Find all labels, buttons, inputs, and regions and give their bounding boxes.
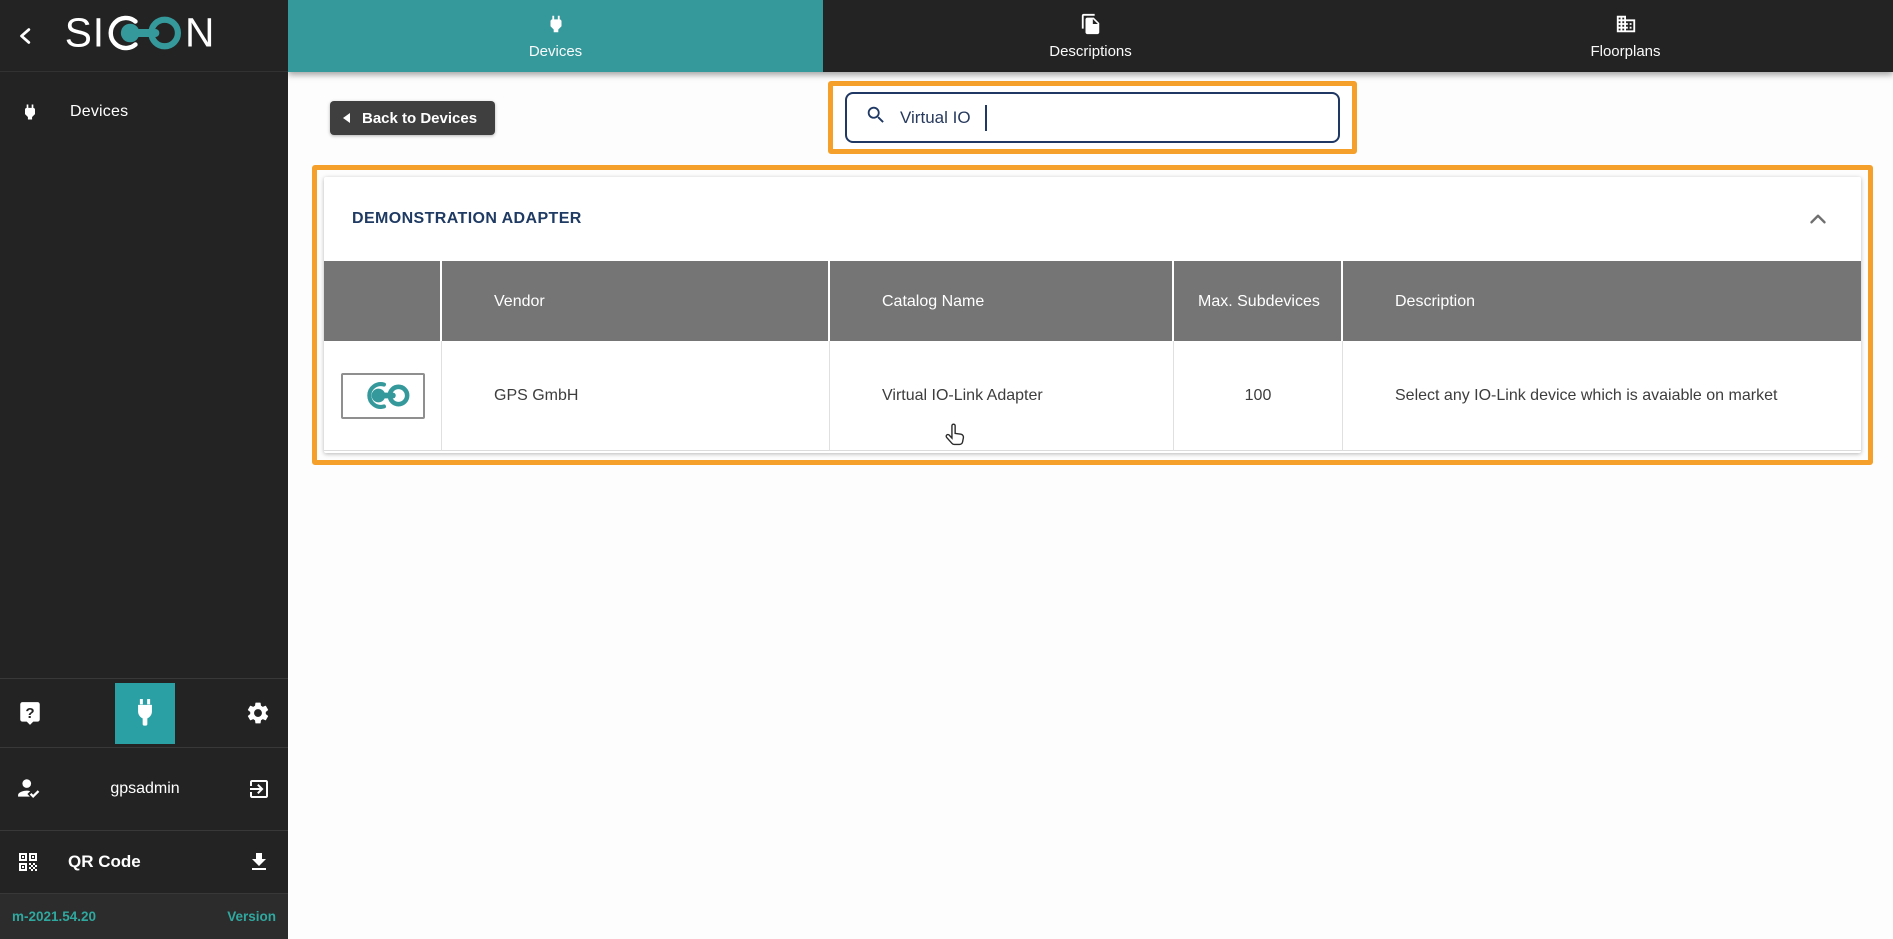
- version-bar: m-2021.54.20 Version: [0, 893, 288, 939]
- usb-icon: [138, 698, 152, 726]
- version-value: m-2021.54.20: [12, 909, 97, 924]
- sidebar-icon-row: ?: [0, 678, 288, 747]
- collapse-sidebar-icon[interactable]: [14, 23, 40, 49]
- sidebar-item-label: Devices: [70, 103, 129, 120]
- adapter-card: DEMONSTRATION ADAPTER Vendor Catalog Nam…: [324, 177, 1861, 453]
- table-row[interactable]: GPS GmbH Virtual IO-Link Adapter 100 Sel…: [324, 341, 1861, 451]
- logo-text-right: N: [185, 10, 214, 55]
- panel-title: DEMONSTRATION ADAPTER: [352, 210, 582, 227]
- plug-icon: [545, 13, 567, 40]
- svg-text:?: ?: [25, 705, 34, 722]
- user-row: gpsadmin: [0, 747, 288, 830]
- chevron-up-icon[interactable]: [1805, 208, 1831, 230]
- search-highlight-box: Virtual IO: [828, 81, 1357, 154]
- tab-label: Floorplans: [1590, 42, 1661, 60]
- search-value: Virtual IO: [900, 107, 971, 127]
- download-icon[interactable]: [246, 850, 272, 874]
- sidebar-item-devices[interactable]: Devices: [0, 72, 288, 152]
- tab-devices[interactable]: Devices: [288, 0, 823, 72]
- qr-code-label: QR Code: [68, 852, 141, 871]
- sicon-logo: SI N: [64, 9, 215, 61]
- version-label: Version: [227, 909, 276, 924]
- back-button-label: Back to Devices: [362, 109, 478, 127]
- tab-label: Devices: [528, 42, 583, 60]
- plug-icon: [18, 101, 42, 123]
- logout-icon[interactable]: [246, 777, 272, 801]
- description-cell: Select any IO-Link device which is avaia…: [1343, 341, 1861, 451]
- building-icon: [1615, 13, 1637, 40]
- file-copy-icon: [1080, 13, 1102, 40]
- search-input[interactable]: Virtual IO: [845, 92, 1340, 143]
- catalog-name-cell: Virtual IO-Link Adapter: [830, 341, 1174, 451]
- adapter-card-header: DEMONSTRATION ADAPTER: [324, 177, 1861, 261]
- adapter-panel-highlight-box: DEMONSTRATION ADAPTER Vendor Catalog Nam…: [312, 165, 1873, 465]
- column-header-icon: [324, 261, 442, 341]
- sidebar: SI N Devices ? gpsadmin QR Code m-2021.5…: [0, 0, 288, 939]
- search-icon: [865, 104, 887, 131]
- qr-code-row[interactable]: QR Code: [0, 830, 288, 893]
- logo-row: SI N: [0, 0, 288, 72]
- settings-gear-icon[interactable]: [245, 700, 271, 726]
- back-to-devices-button[interactable]: Back to Devices: [330, 101, 496, 135]
- adapter-logo: [340, 372, 425, 419]
- tab-descriptions[interactable]: Descriptions: [823, 0, 1358, 72]
- triangle-left-icon: [343, 113, 350, 123]
- logo-text-left: SI: [65, 10, 105, 55]
- adapter-logo-cell: [324, 341, 442, 451]
- usb-devices-tile[interactable]: [115, 683, 175, 744]
- help-icon[interactable]: ?: [16, 700, 44, 726]
- text-caret: [984, 104, 987, 131]
- main-content: Back to Devices Virtual IO DEMONSTRATION…: [288, 72, 1893, 939]
- qr-code-icon: [15, 850, 41, 874]
- username-label: gpsadmin: [110, 780, 180, 797]
- column-header-catalog-name: Catalog Name: [830, 261, 1174, 341]
- column-header-max-subdevices: Max. Subdevices: [1174, 261, 1343, 341]
- column-header-vendor: Vendor: [442, 261, 830, 341]
- tab-floorplans[interactable]: Floorplans: [1358, 0, 1893, 72]
- tab-label: Descriptions: [1049, 42, 1132, 60]
- table-header-row: Vendor Catalog Name Max. Subdevices Desc…: [324, 261, 1861, 341]
- max-subdevices-cell: 100: [1174, 341, 1343, 451]
- user-check-icon: [16, 776, 44, 802]
- column-header-description: Description: [1395, 292, 1476, 310]
- vendor-cell: GPS GmbH: [442, 341, 830, 451]
- top-tab-bar: Devices Descriptions Floorplans: [288, 0, 1893, 72]
